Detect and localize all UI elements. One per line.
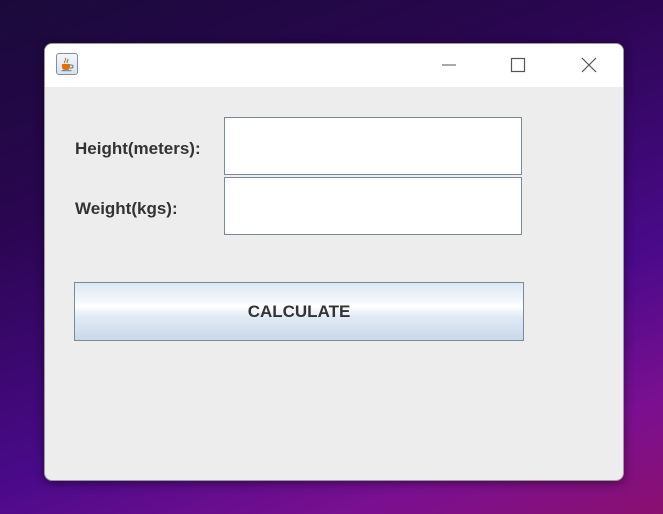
calculate-button[interactable]: CALCULATE <box>74 282 524 341</box>
height-label: Height(meters): <box>75 139 201 158</box>
minimize-button[interactable] <box>426 44 472 87</box>
weight-label: Weight(kgs): <box>75 199 178 218</box>
desktop-background: Height(meters): Weight(kgs): CALCULATE <box>0 0 663 514</box>
title-bar[interactable] <box>45 44 623 87</box>
minimize-icon <box>442 64 456 66</box>
close-button[interactable] <box>566 44 612 87</box>
maximize-icon <box>510 57 526 73</box>
weight-input[interactable] <box>224 177 522 235</box>
java-coffee-cup-icon[interactable] <box>56 53 78 75</box>
close-icon <box>581 57 597 73</box>
maximize-button[interactable] <box>495 44 541 87</box>
app-window: Height(meters): Weight(kgs): CALCULATE <box>44 43 624 481</box>
height-input[interactable] <box>224 117 522 175</box>
